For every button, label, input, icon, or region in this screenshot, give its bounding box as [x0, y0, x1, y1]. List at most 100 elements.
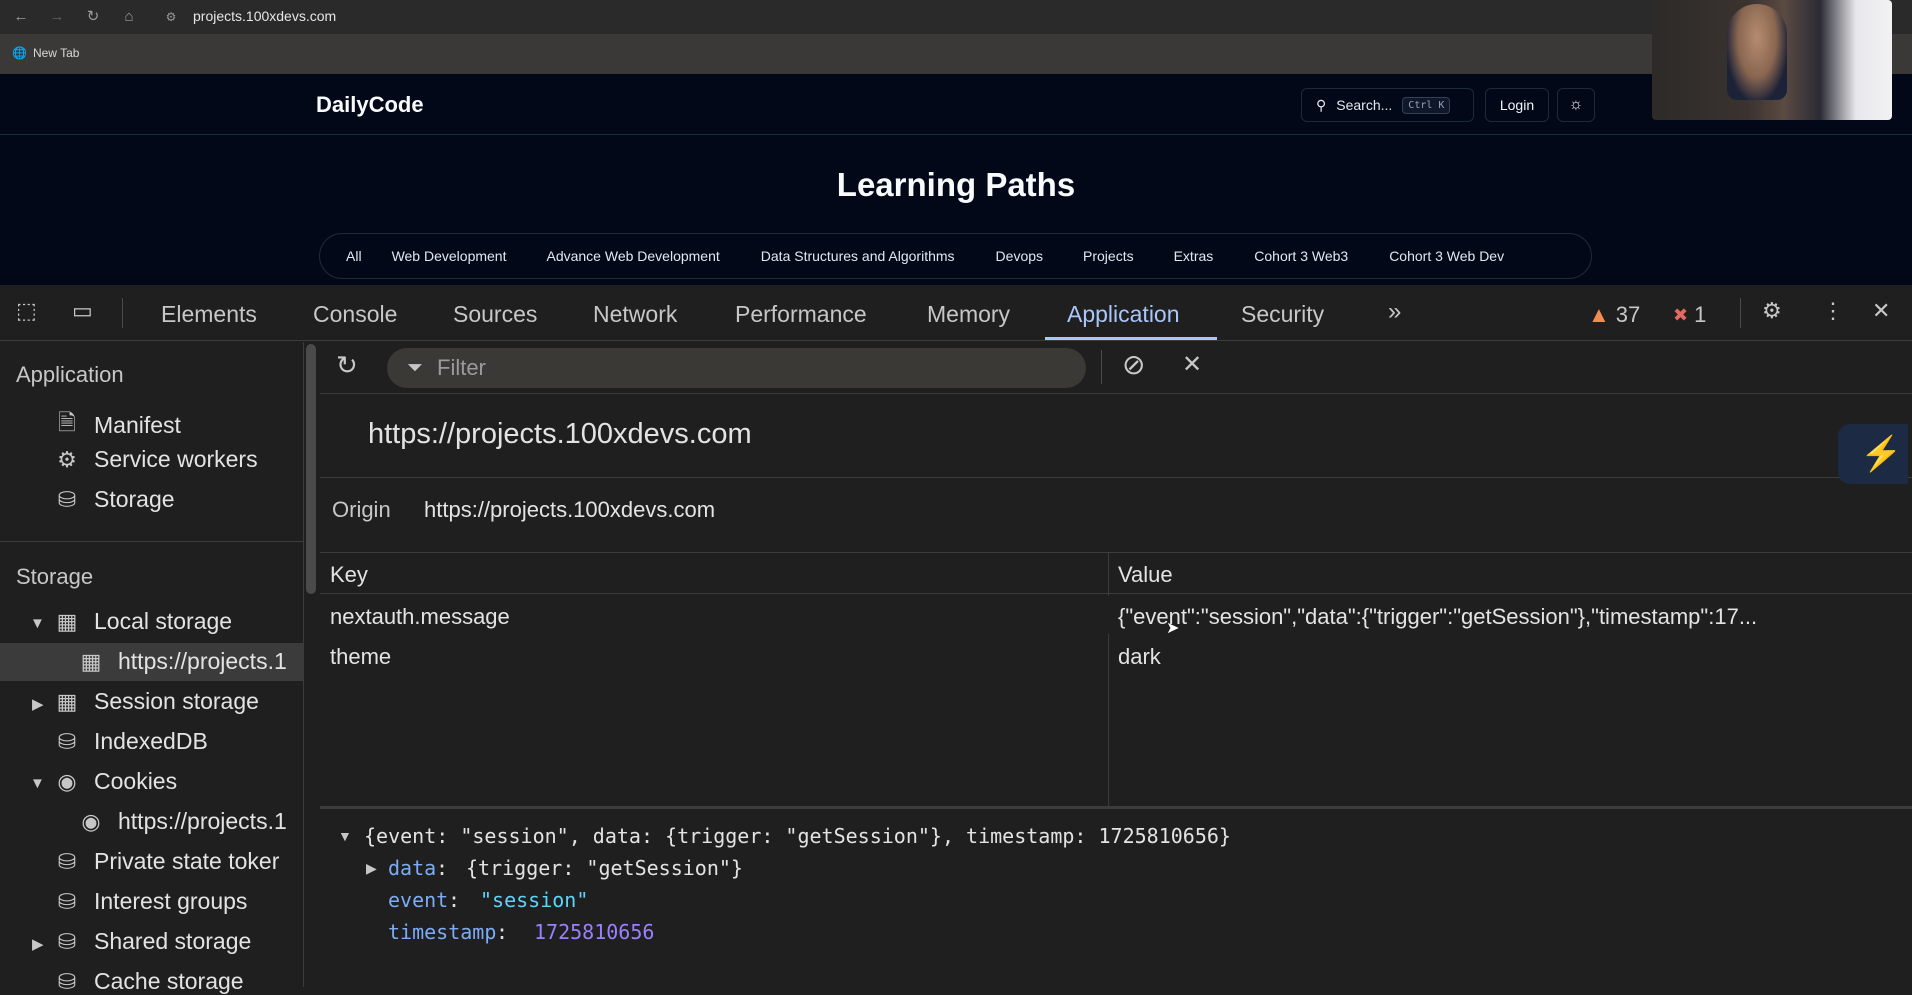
settings-gear-icon[interactable]: ⚙	[1762, 298, 1782, 324]
warnings-count: 37	[1615, 302, 1641, 327]
tab-network[interactable]: Network	[593, 301, 677, 328]
site-header	[0, 74, 1912, 135]
extension-bolt-icon[interactable]: ⚡	[1838, 424, 1908, 484]
expand-triangle-right-icon[interactable]: ▶	[366, 860, 377, 877]
column-header-key[interactable]: Key	[330, 562, 368, 588]
warnings-counter[interactable]: ▲ 37	[1588, 302, 1640, 328]
path-tab-all[interactable]: All	[346, 248, 362, 264]
path-tab-cohort-3-web3[interactable]: Cohort 3 Web3	[1254, 248, 1348, 264]
mouse-cursor-icon: ➤	[1166, 620, 1180, 637]
active-tab-indicator	[1045, 337, 1217, 340]
table-icon: ▦	[56, 608, 78, 634]
login-button[interactable]: Login	[1485, 88, 1549, 122]
reload-icon[interactable]: ↻	[82, 6, 104, 28]
path-tab-extras[interactable]: Extras	[1174, 248, 1214, 264]
tab-elements[interactable]: Elements	[161, 301, 257, 328]
expand-triangle-down-icon[interactable]: ▼	[30, 615, 45, 632]
sidebar-item-manifest[interactable]: 🗎 Manifest	[52, 406, 181, 444]
table-cell-key[interactable]: nextauth.message	[330, 604, 510, 630]
expand-triangle-down-icon[interactable]: ▼	[30, 775, 45, 792]
sidebar-item-local-storage[interactable]: ▦ Local storage	[52, 608, 233, 635]
filter-funnel-icon: ⏷	[407, 356, 423, 379]
sidebar-item-storage[interactable]: ⛁ Storage	[52, 486, 175, 513]
sidebar-item-shared-storage[interactable]: ⛁ Shared storage	[52, 928, 252, 955]
preview-timestamp-key: timestamp	[388, 920, 497, 944]
storage-table	[320, 552, 1912, 808]
expand-triangle-right-icon[interactable]: ▶	[32, 695, 44, 713]
collapse-triangle-icon[interactable]: ▼	[338, 828, 352, 844]
sidebar-item-label: IndexedDB	[94, 728, 208, 754]
filter-field[interactable]: ⏷	[387, 348, 1086, 388]
url-field[interactable]: projects.100xdevs.com	[193, 8, 336, 24]
sidebar-item-cache-storage[interactable]: ⛁ Cache storage	[52, 968, 244, 995]
toolbar-divider	[1740, 298, 1741, 328]
sidebar-item-label: Interest groups	[94, 888, 248, 914]
column-header-value[interactable]: Value	[1118, 562, 1173, 588]
tab-security[interactable]: Security	[1241, 301, 1324, 328]
path-tab-projects[interactable]: Projects	[1083, 248, 1134, 264]
filter-input[interactable]	[437, 355, 1037, 381]
search-button[interactable]: ⚲ Search... Ctrl K	[1301, 88, 1474, 122]
page-title: Learning Paths	[836, 166, 1076, 203]
sidebar-item-label: https://projects.1	[118, 648, 287, 674]
expand-triangle-right-icon[interactable]: ▶	[32, 935, 44, 953]
forward-icon[interactable]: →	[46, 6, 68, 28]
back-icon[interactable]: ←	[10, 6, 32, 28]
tab-application[interactable]: Application	[1067, 301, 1180, 328]
tab-sources[interactable]: Sources	[453, 301, 537, 328]
tab-console[interactable]: Console	[313, 301, 397, 328]
gears-icon: ⚙	[57, 446, 77, 472]
table-cell-value[interactable]: dark	[1118, 644, 1161, 670]
sidebar-item-label: Storage	[94, 486, 175, 512]
preview-timestamp-value: 1725810656	[534, 920, 655, 944]
sidebar-item-interest-groups[interactable]: ⛁ Interest groups	[52, 888, 248, 915]
sidebar-item-local-storage-origin[interactable]: ▦ https://projects.1	[76, 648, 287, 675]
path-tab-web-development[interactable]: Web Development	[392, 248, 507, 264]
more-options-icon[interactable]: ⋮	[1822, 298, 1844, 324]
table-cell-value[interactable]: {"event":"session","data":{"trigger":"ge…	[1118, 604, 1881, 630]
sidebar-item-session-storage[interactable]: ▦ Session storage	[52, 688, 259, 715]
sidebar-item-cookies-origin[interactable]: ◉ https://projects.1	[76, 808, 286, 835]
path-tab-advance-web-development[interactable]: Advance Web Development	[546, 248, 719, 264]
sidebar-item-label: Private state toker	[94, 848, 280, 874]
preview-resizer[interactable]	[320, 806, 1912, 809]
sidebar-item-private-state-tokens[interactable]: ⛁ Private state toker	[52, 848, 280, 875]
path-tab-cohort-3-web-dev[interactable]: Cohort 3 Web Dev	[1389, 248, 1504, 264]
sidebar-item-label: Shared storage	[94, 928, 252, 954]
database-icon: ⛁	[57, 928, 77, 954]
close-devtools-icon[interactable]: ✕	[1872, 298, 1890, 324]
preview-colon: :	[496, 920, 509, 944]
delete-selected-icon[interactable]: ✕	[1182, 350, 1202, 379]
cookie-icon: ◉	[57, 768, 77, 794]
path-tab-dsa[interactable]: Data Structures and Algorithms	[761, 248, 955, 264]
globe-icon: 🌐	[12, 46, 27, 60]
inspect-element-icon[interactable]: ⬚	[16, 298, 37, 324]
errors-counter[interactable]: ✖ 1	[1673, 302, 1706, 328]
site-logo[interactable]: DailyCode	[316, 92, 424, 118]
site-info-icon[interactable]: ⚙	[160, 6, 182, 28]
database-icon: ⛁	[57, 848, 77, 874]
bookmarks-bar	[0, 34, 1912, 74]
tab-performance[interactable]: Performance	[735, 301, 867, 328]
sidebar-item-label: Session storage	[94, 688, 259, 714]
sidebar-scrollbar[interactable]	[306, 344, 316, 594]
refresh-icon[interactable]: ↻	[336, 350, 358, 381]
device-toolbar-icon[interactable]: ▭	[72, 298, 93, 324]
origin-label: Origin	[332, 497, 391, 522]
tab-memory[interactable]: Memory	[927, 301, 1010, 328]
more-tabs-icon[interactable]: »	[1388, 298, 1401, 326]
preview-colon: :	[436, 856, 449, 880]
clear-all-icon[interactable]: ⊘	[1122, 348, 1145, 381]
home-icon[interactable]: ⌂	[118, 6, 140, 28]
origin-divider	[320, 477, 1912, 478]
column-divider[interactable]	[1108, 553, 1109, 806]
sidebar-item-indexeddb[interactable]: ⛁ IndexedDB	[52, 728, 208, 755]
table-cell-key[interactable]: theme	[330, 644, 391, 670]
sidebar-divider	[0, 541, 303, 542]
bookmark-new-tab[interactable]: 🌐 New Tab	[12, 46, 79, 60]
sidebar-item-service-workers[interactable]: ⚙ Service workers	[52, 446, 257, 473]
theme-toggle-icon[interactable]: ☼	[1557, 88, 1595, 122]
learning-paths-tabs: All Web Development Advance Web Developm…	[319, 233, 1592, 279]
path-tab-devops[interactable]: Devops	[996, 248, 1043, 264]
sidebar-item-cookies[interactable]: ◉ Cookies	[52, 768, 177, 795]
